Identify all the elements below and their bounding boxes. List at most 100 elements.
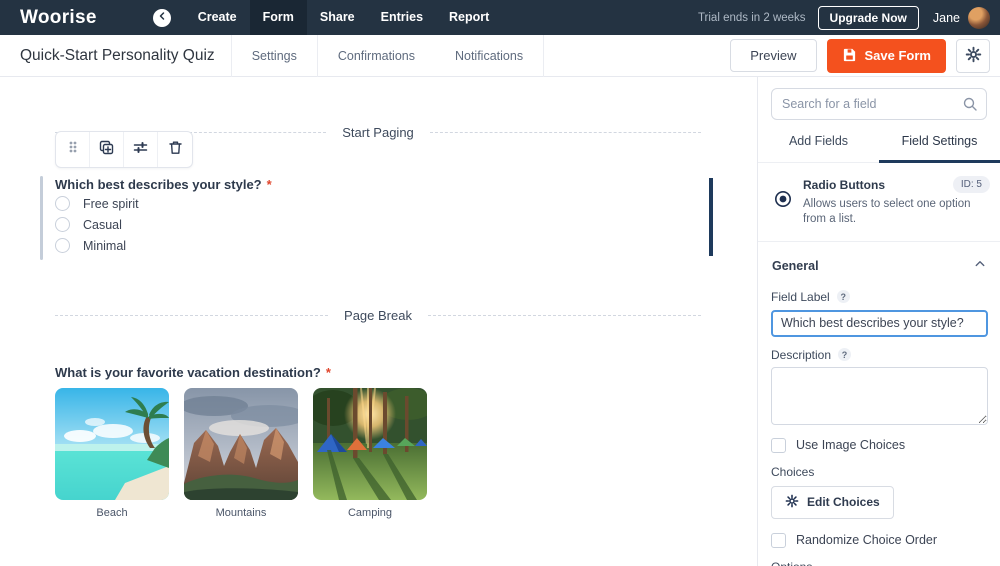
question-2-text: What is your favorite vacation destinati…: [55, 365, 321, 380]
divider: [543, 35, 544, 77]
gear-icon: [965, 46, 982, 66]
gear-icon: [785, 494, 799, 511]
tab-settings[interactable]: Settings: [232, 35, 317, 77]
form-canvas: Start Paging: [0, 77, 757, 566]
nav-item-form[interactable]: Form: [250, 0, 307, 35]
dashed-line: [428, 315, 701, 316]
question-2-label[interactable]: What is your favorite vacation destinati…: [55, 365, 331, 380]
choices-label: Choices: [771, 465, 987, 479]
question-1-options: Free spirit Casual Minimal: [55, 196, 139, 259]
trial-countdown-text: Trial ends in 2 weeks: [698, 12, 806, 24]
randomize-choice-order-checkbox[interactable]: [771, 533, 786, 548]
tab-field-settings[interactable]: Field Settings: [879, 134, 1000, 163]
nav-item-create[interactable]: Create: [185, 0, 250, 35]
description-row: Description ?: [771, 348, 987, 362]
field-label-input[interactable]: [771, 310, 988, 337]
radio-input[interactable]: [55, 217, 70, 232]
app-window: Woorise Create Form Share Entries Report…: [0, 0, 1000, 566]
use-image-choices-row: Use Image Choices: [771, 438, 987, 453]
edit-choices-button[interactable]: Edit Choices: [771, 486, 894, 519]
top-nav-menu: Create Form Share Entries Report: [185, 0, 503, 35]
option-row: Minimal: [55, 238, 139, 253]
nav-item-share[interactable]: Share: [307, 0, 368, 35]
field-settings-button[interactable]: [124, 132, 158, 167]
chevron-left-icon: [156, 9, 168, 27]
nav-item-entries[interactable]: Entries: [368, 0, 436, 35]
radio-input[interactable]: [55, 238, 70, 253]
save-form-button[interactable]: Save Form: [827, 39, 946, 73]
delete-field-button[interactable]: [158, 132, 192, 167]
dashed-line: [55, 315, 328, 316]
randomize-row: Randomize Choice Order: [771, 533, 987, 548]
field-label-label: Field Label: [771, 290, 830, 304]
drag-handle[interactable]: [56, 132, 90, 167]
field-label-row: Field Label ?: [771, 290, 987, 304]
field-type-description: Allows users to select one option from a…: [803, 197, 978, 227]
dashed-line: [430, 132, 701, 133]
woorise-logo[interactable]: Woorise: [20, 7, 97, 29]
image-choice-caption: Camping: [313, 507, 427, 519]
radio-buttons-icon: [774, 190, 792, 213]
field-toolbar: [55, 131, 193, 168]
question-1-label[interactable]: Which best describes your style? *: [55, 177, 272, 192]
tab-notifications[interactable]: Notifications: [435, 35, 543, 77]
user-avatar[interactable]: [968, 7, 990, 29]
save-floppy-icon: [842, 47, 857, 65]
field-id-badge: ID: 5: [953, 176, 990, 193]
form-title: Quick-Start Personality Quiz: [20, 47, 215, 65]
image-choice-caption: Mountains: [184, 507, 298, 519]
search-icon: [962, 96, 978, 117]
option-label: Free spirit: [83, 197, 139, 211]
general-section-header[interactable]: General: [758, 242, 1000, 288]
page-break-label: Page Break: [328, 308, 428, 323]
help-icon[interactable]: ?: [838, 348, 851, 361]
use-image-choices-checkbox[interactable]: [771, 438, 786, 453]
image-choice-camping[interactable]: Camping: [313, 388, 427, 519]
image-choice-mountains[interactable]: Mountains: [184, 388, 298, 519]
description-label: Description: [771, 348, 831, 362]
use-image-choices-label: Use Image Choices: [796, 438, 905, 452]
main-area: Start Paging: [0, 77, 1000, 566]
sidebar-tabs: Add Fields Field Settings: [758, 134, 1000, 163]
search-input[interactable]: [771, 88, 987, 120]
general-section-title: General: [772, 259, 819, 273]
required-asterisk: *: [267, 177, 272, 192]
settings-sidebar: Add Fields Field Settings Radio Buttons …: [757, 77, 1000, 566]
option-label: Casual: [83, 218, 122, 232]
option-row: Free spirit: [55, 196, 139, 211]
camping-image: [313, 388, 427, 500]
user-name-label[interactable]: Jane: [933, 11, 960, 25]
duplicate-field-button[interactable]: [90, 132, 124, 167]
question-1-text: Which best describes your style?: [55, 177, 262, 192]
chevron-up-icon: [974, 257, 986, 275]
image-choice-beach[interactable]: Beach: [55, 388, 169, 519]
field-type-name: Radio Buttons: [803, 178, 885, 192]
randomize-label: Randomize Choice Order: [796, 533, 937, 547]
trash-icon: [167, 139, 184, 161]
field-info-text: Radio Buttons ID: 5 Allows users to sele…: [803, 176, 990, 227]
radio-input[interactable]: [55, 196, 70, 211]
selected-field-info: Radio Buttons ID: 5 Allows users to sele…: [758, 163, 1000, 242]
form-settings-button[interactable]: [956, 39, 990, 73]
selected-field-indicator: [709, 178, 713, 256]
field-selection-bar: [40, 176, 43, 260]
topnav-right-group: Trial ends in 2 weeks Upgrade Now Jane: [698, 6, 990, 30]
sliders-icon: [132, 139, 149, 161]
option-label: Minimal: [83, 239, 126, 253]
back-button[interactable]: [153, 9, 171, 27]
formbar-actions: Preview Save Form: [730, 39, 990, 73]
preview-button[interactable]: Preview: [730, 39, 816, 72]
tab-confirmations[interactable]: Confirmations: [318, 35, 435, 77]
nav-item-report[interactable]: Report: [436, 0, 502, 35]
upgrade-now-button[interactable]: Upgrade Now: [818, 6, 919, 30]
mountains-image: [184, 388, 298, 500]
save-form-label: Save Form: [865, 48, 931, 63]
form-header-bar: Quick-Start Personality Quiz Settings Co…: [0, 35, 1000, 77]
start-paging-label: Start Paging: [326, 125, 430, 140]
required-asterisk: *: [326, 365, 331, 380]
field-search: [771, 88, 987, 120]
duplicate-icon: [98, 139, 115, 161]
help-icon[interactable]: ?: [837, 290, 850, 303]
tab-add-fields[interactable]: Add Fields: [758, 134, 879, 162]
description-textarea[interactable]: [771, 367, 988, 425]
